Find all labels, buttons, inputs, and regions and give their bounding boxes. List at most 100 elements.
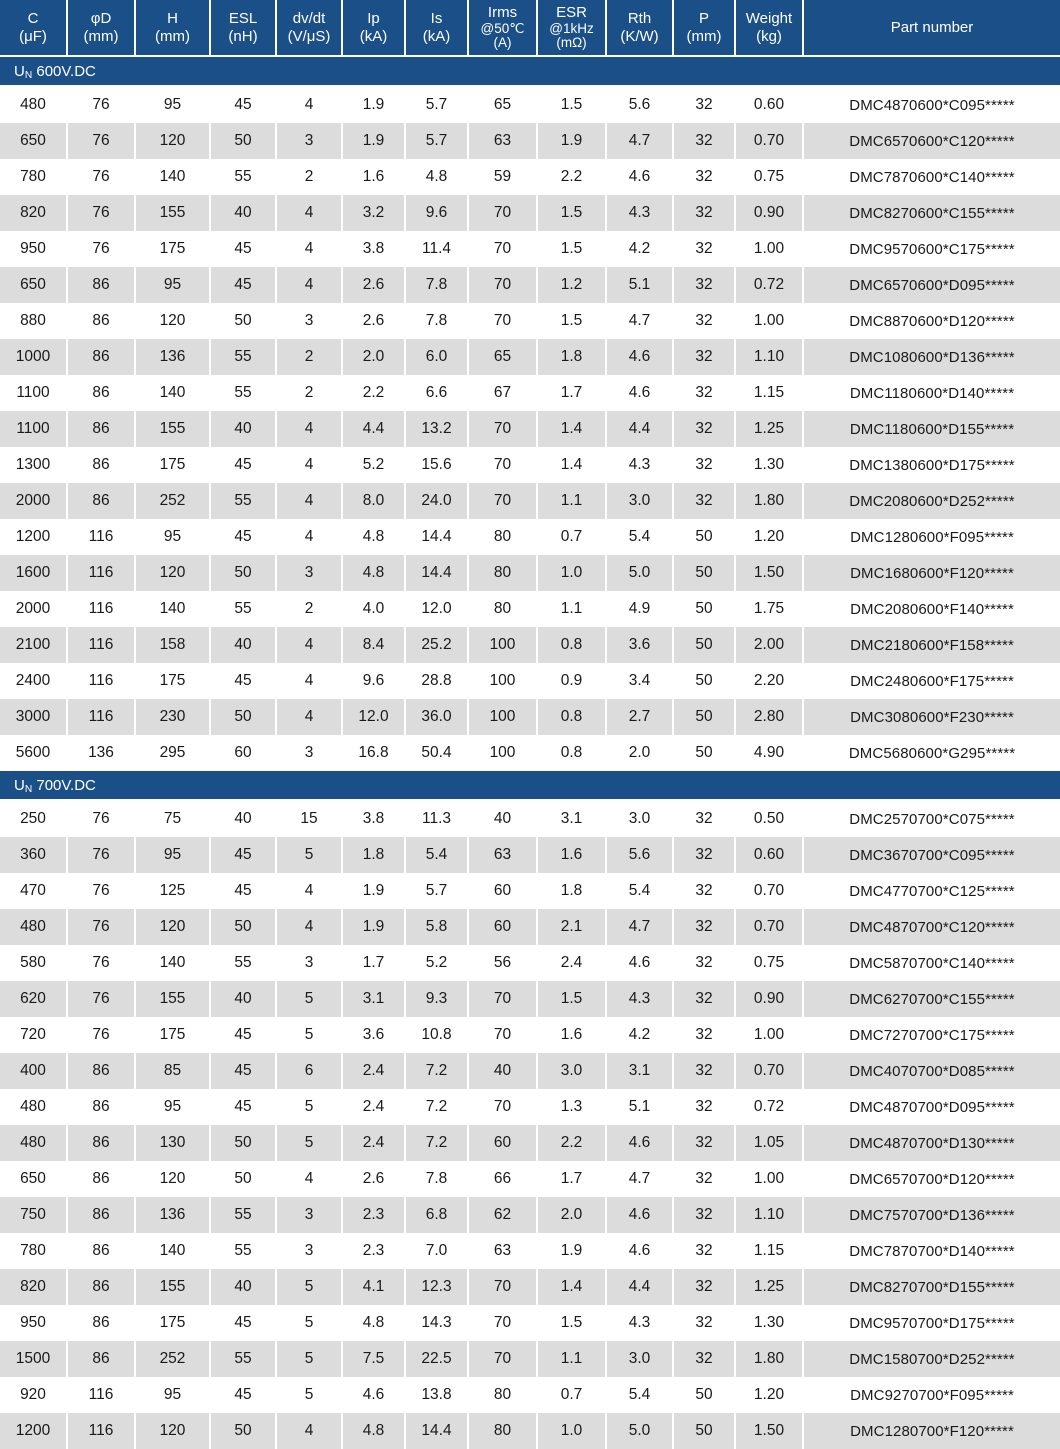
table-row: 1100 86 155 40 4 4.4 13.2 70 1.4 4.4 32 1.25 DMC1180… bbox=[0, 411, 1060, 447]
cell-is: 7.8 bbox=[406, 303, 469, 339]
cell-rth: 4.7 bbox=[607, 1161, 674, 1197]
cell-esr: 1.9 bbox=[538, 123, 607, 159]
cell-capacitance: 950 bbox=[0, 1305, 68, 1341]
cell-capacitance: 880 bbox=[0, 303, 68, 339]
cell-weight: 1.30 bbox=[736, 1305, 804, 1341]
column-header-label: ESR bbox=[556, 3, 587, 21]
cell-pitch: 32 bbox=[674, 483, 736, 519]
cell-esl: 45 bbox=[211, 519, 277, 555]
column-header-unit: (kg) bbox=[756, 27, 782, 45]
cell-part-number: DMC4870700*D130***** bbox=[804, 1125, 1060, 1161]
column-header-pitch: P (mm) bbox=[674, 0, 736, 57]
cell-rth: 2.0 bbox=[607, 735, 674, 771]
cell-esl: 55 bbox=[211, 1197, 277, 1233]
cell-is: 4.8 bbox=[406, 159, 469, 195]
cell-is: 12.0 bbox=[406, 591, 469, 627]
cell-rth: 4.3 bbox=[607, 981, 674, 1017]
header-row: C (μF) φD (mm) H (mm) ESL (nH) dv/dt (V/μS) Ip (kA)… bbox=[0, 0, 1060, 57]
cell-irms: 80 bbox=[469, 519, 538, 555]
cell-pitch: 32 bbox=[674, 1161, 736, 1197]
cell-pitch: 32 bbox=[674, 339, 736, 375]
cell-esr: 1.7 bbox=[538, 1161, 607, 1197]
cell-ip: 2.6 bbox=[343, 1161, 406, 1197]
table-row: 1300 86 175 45 4 5.2 15.6 70 1.4 4.3 32 1.30 DMC1380… bbox=[0, 447, 1060, 483]
table-row: 650 86 95 45 4 2.6 7.8 70 1.2 5.1 32 0.72 DMC6570600… bbox=[0, 267, 1060, 303]
cell-part-number: DMC1080600*D136***** bbox=[804, 339, 1060, 375]
cell-dvdt: 3 bbox=[277, 123, 343, 159]
cell-part-number: DMC8270600*C155***** bbox=[804, 195, 1060, 231]
cell-rth: 4.4 bbox=[607, 411, 674, 447]
cell-capacitance: 1000 bbox=[0, 339, 68, 375]
cell-rth: 3.4 bbox=[607, 663, 674, 699]
cell-pitch: 32 bbox=[674, 1269, 736, 1305]
cell-part-number: DMC7870700*D140***** bbox=[804, 1233, 1060, 1269]
cell-is: 11.3 bbox=[406, 801, 469, 837]
cell-ip: 5.2 bbox=[343, 447, 406, 483]
cell-is: 28.8 bbox=[406, 663, 469, 699]
cell-pitch: 32 bbox=[674, 303, 736, 339]
cell-irms: 62 bbox=[469, 1197, 538, 1233]
cell-irms: 70 bbox=[469, 1269, 538, 1305]
cell-diameter: 86 bbox=[68, 1161, 136, 1197]
cell-weight: 4.90 bbox=[736, 735, 804, 771]
cell-esr: 1.5 bbox=[538, 981, 607, 1017]
cell-capacitance: 480 bbox=[0, 909, 68, 945]
cell-is: 5.7 bbox=[406, 123, 469, 159]
cell-diameter: 116 bbox=[68, 555, 136, 591]
cell-esr: 2.2 bbox=[538, 1125, 607, 1161]
cell-esl: 50 bbox=[211, 1413, 277, 1449]
cell-rth: 3.0 bbox=[607, 801, 674, 837]
cell-is: 6.8 bbox=[406, 1197, 469, 1233]
column-header-label: P bbox=[698, 9, 709, 27]
cell-pitch: 32 bbox=[674, 1017, 736, 1053]
cell-rth: 5.1 bbox=[607, 1089, 674, 1125]
cell-weight: 1.10 bbox=[736, 1197, 804, 1233]
cell-capacitance: 1500 bbox=[0, 1341, 68, 1377]
cell-weight: 1.20 bbox=[736, 1377, 804, 1413]
cell-pitch: 32 bbox=[674, 411, 736, 447]
cell-diameter: 116 bbox=[68, 699, 136, 735]
cell-is: 14.4 bbox=[406, 555, 469, 591]
cell-esr: 1.6 bbox=[538, 1017, 607, 1053]
cell-part-number: DMC1180600*D155***** bbox=[804, 411, 1060, 447]
cell-part-number: DMC3080600*F230***** bbox=[804, 699, 1060, 735]
cell-height: 155 bbox=[136, 195, 211, 231]
cell-is: 12.3 bbox=[406, 1269, 469, 1305]
cell-part-number: DMC4870700*D095***** bbox=[804, 1089, 1060, 1125]
cell-irms: 66 bbox=[469, 1161, 538, 1197]
column-header-diameter: φD (mm) bbox=[68, 0, 136, 57]
cell-weight: 0.60 bbox=[736, 837, 804, 873]
cell-pitch: 32 bbox=[674, 1233, 736, 1269]
cell-irms: 60 bbox=[469, 873, 538, 909]
cell-ip: 3.1 bbox=[343, 981, 406, 1017]
cell-rth: 4.3 bbox=[607, 447, 674, 483]
cell-capacitance: 1600 bbox=[0, 555, 68, 591]
cell-pitch: 32 bbox=[674, 1053, 736, 1089]
column-header-rth: Rth (K/W) bbox=[607, 0, 674, 57]
cell-is: 7.2 bbox=[406, 1053, 469, 1089]
cell-pitch: 50 bbox=[674, 627, 736, 663]
cell-irms: 63 bbox=[469, 1233, 538, 1269]
cell-dvdt: 2 bbox=[277, 375, 343, 411]
cell-is: 5.4 bbox=[406, 837, 469, 873]
cell-esl: 45 bbox=[211, 1305, 277, 1341]
cell-capacitance: 780 bbox=[0, 1233, 68, 1269]
cell-capacitance: 650 bbox=[0, 1161, 68, 1197]
cell-esr: 1.5 bbox=[538, 87, 607, 123]
cell-weight: 1.50 bbox=[736, 1413, 804, 1449]
cell-irms: 70 bbox=[469, 483, 538, 519]
cell-height: 175 bbox=[136, 1017, 211, 1053]
table-row: 1200 116 95 45 4 4.8 14.4 80 0.7 5.4 50 1.20 DMC1280… bbox=[0, 519, 1060, 555]
cell-dvdt: 4 bbox=[277, 231, 343, 267]
cell-height: 95 bbox=[136, 1089, 211, 1125]
voltage-section-band: UN 600V.DC bbox=[0, 57, 1060, 87]
cell-ip: 3.6 bbox=[343, 1017, 406, 1053]
cell-part-number: DMC4070700*D085***** bbox=[804, 1053, 1060, 1089]
column-header-unit: (μF) bbox=[19, 27, 47, 45]
cell-ip: 4.8 bbox=[343, 1413, 406, 1449]
column-header-label: ESL bbox=[228, 9, 258, 27]
cell-is: 22.5 bbox=[406, 1341, 469, 1377]
cell-weight: 2.20 bbox=[736, 663, 804, 699]
cell-height: 120 bbox=[136, 1413, 211, 1449]
cell-weight: 1.30 bbox=[736, 447, 804, 483]
